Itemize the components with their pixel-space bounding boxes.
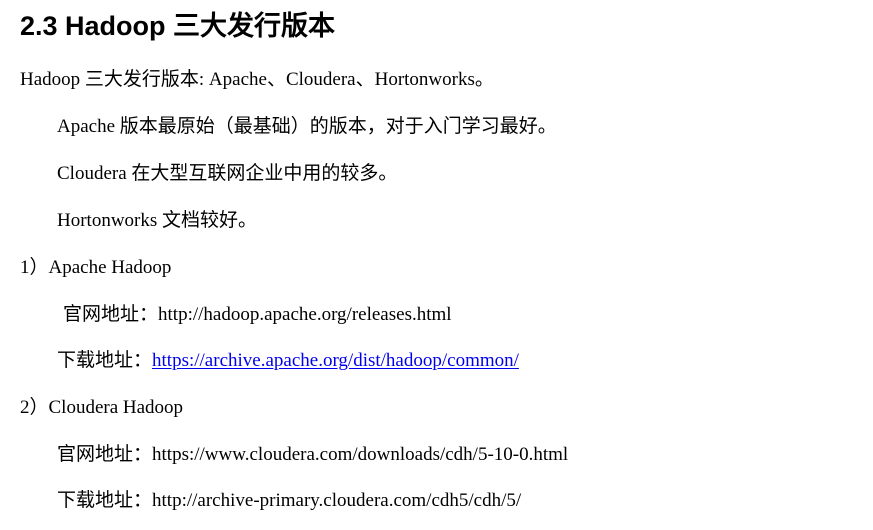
apache-description: Apache 版本最原始（最基础）的版本，对于入门学习最好。 [57,116,557,137]
apache-download-line: 下载地址：https://archive.apache.org/dist/had… [57,348,519,374]
apache-site-url: http://hadoop.apache.org/releases.html [158,304,452,325]
apache-site-label: 官网地址： [63,304,159,325]
apache-download-link[interactable]: https://archive.apache.org/dist/hadoop/c… [152,350,519,371]
apache-hadoop-title: 1）Apache Hadoop [20,257,172,278]
hortonworks-description: Hortonworks 文档较好。 [57,210,258,231]
cloudera-download-line: 下载地址：http://archive-primary.cloudera.com… [57,488,521,514]
cloudera-site-line: 官网地址：https://www.cloudera.com/downloads/… [57,442,568,468]
intro-paragraph: Hadoop 三大发行版本: Apache、Cloudera、Hortonwor… [20,69,494,90]
document-page: 2.3 Hadoop 三大发行版本 Hadoop 三大发行版本: Apache、… [0,0,873,530]
cloudera-download-url: http://archive-primary.cloudera.com/cdh5… [152,490,522,511]
cloudera-description: Cloudera 在大型互联网企业中用的较多。 [57,163,398,184]
cloudera-site-label: 官网地址： [57,444,153,465]
cloudera-hadoop-title: 2）Cloudera Hadoop [20,397,184,418]
cloudera-download-label: 下载地址： [57,490,153,511]
apache-site-line: 官网地址：http://hadoop.apache.org/releases.h… [63,302,452,328]
section-heading: 2.3 Hadoop 三大发行版本 [20,11,336,41]
apache-download-label: 下载地址： [57,350,153,371]
cloudera-site-url: https://www.cloudera.com/downloads/cdh/5… [152,444,569,465]
